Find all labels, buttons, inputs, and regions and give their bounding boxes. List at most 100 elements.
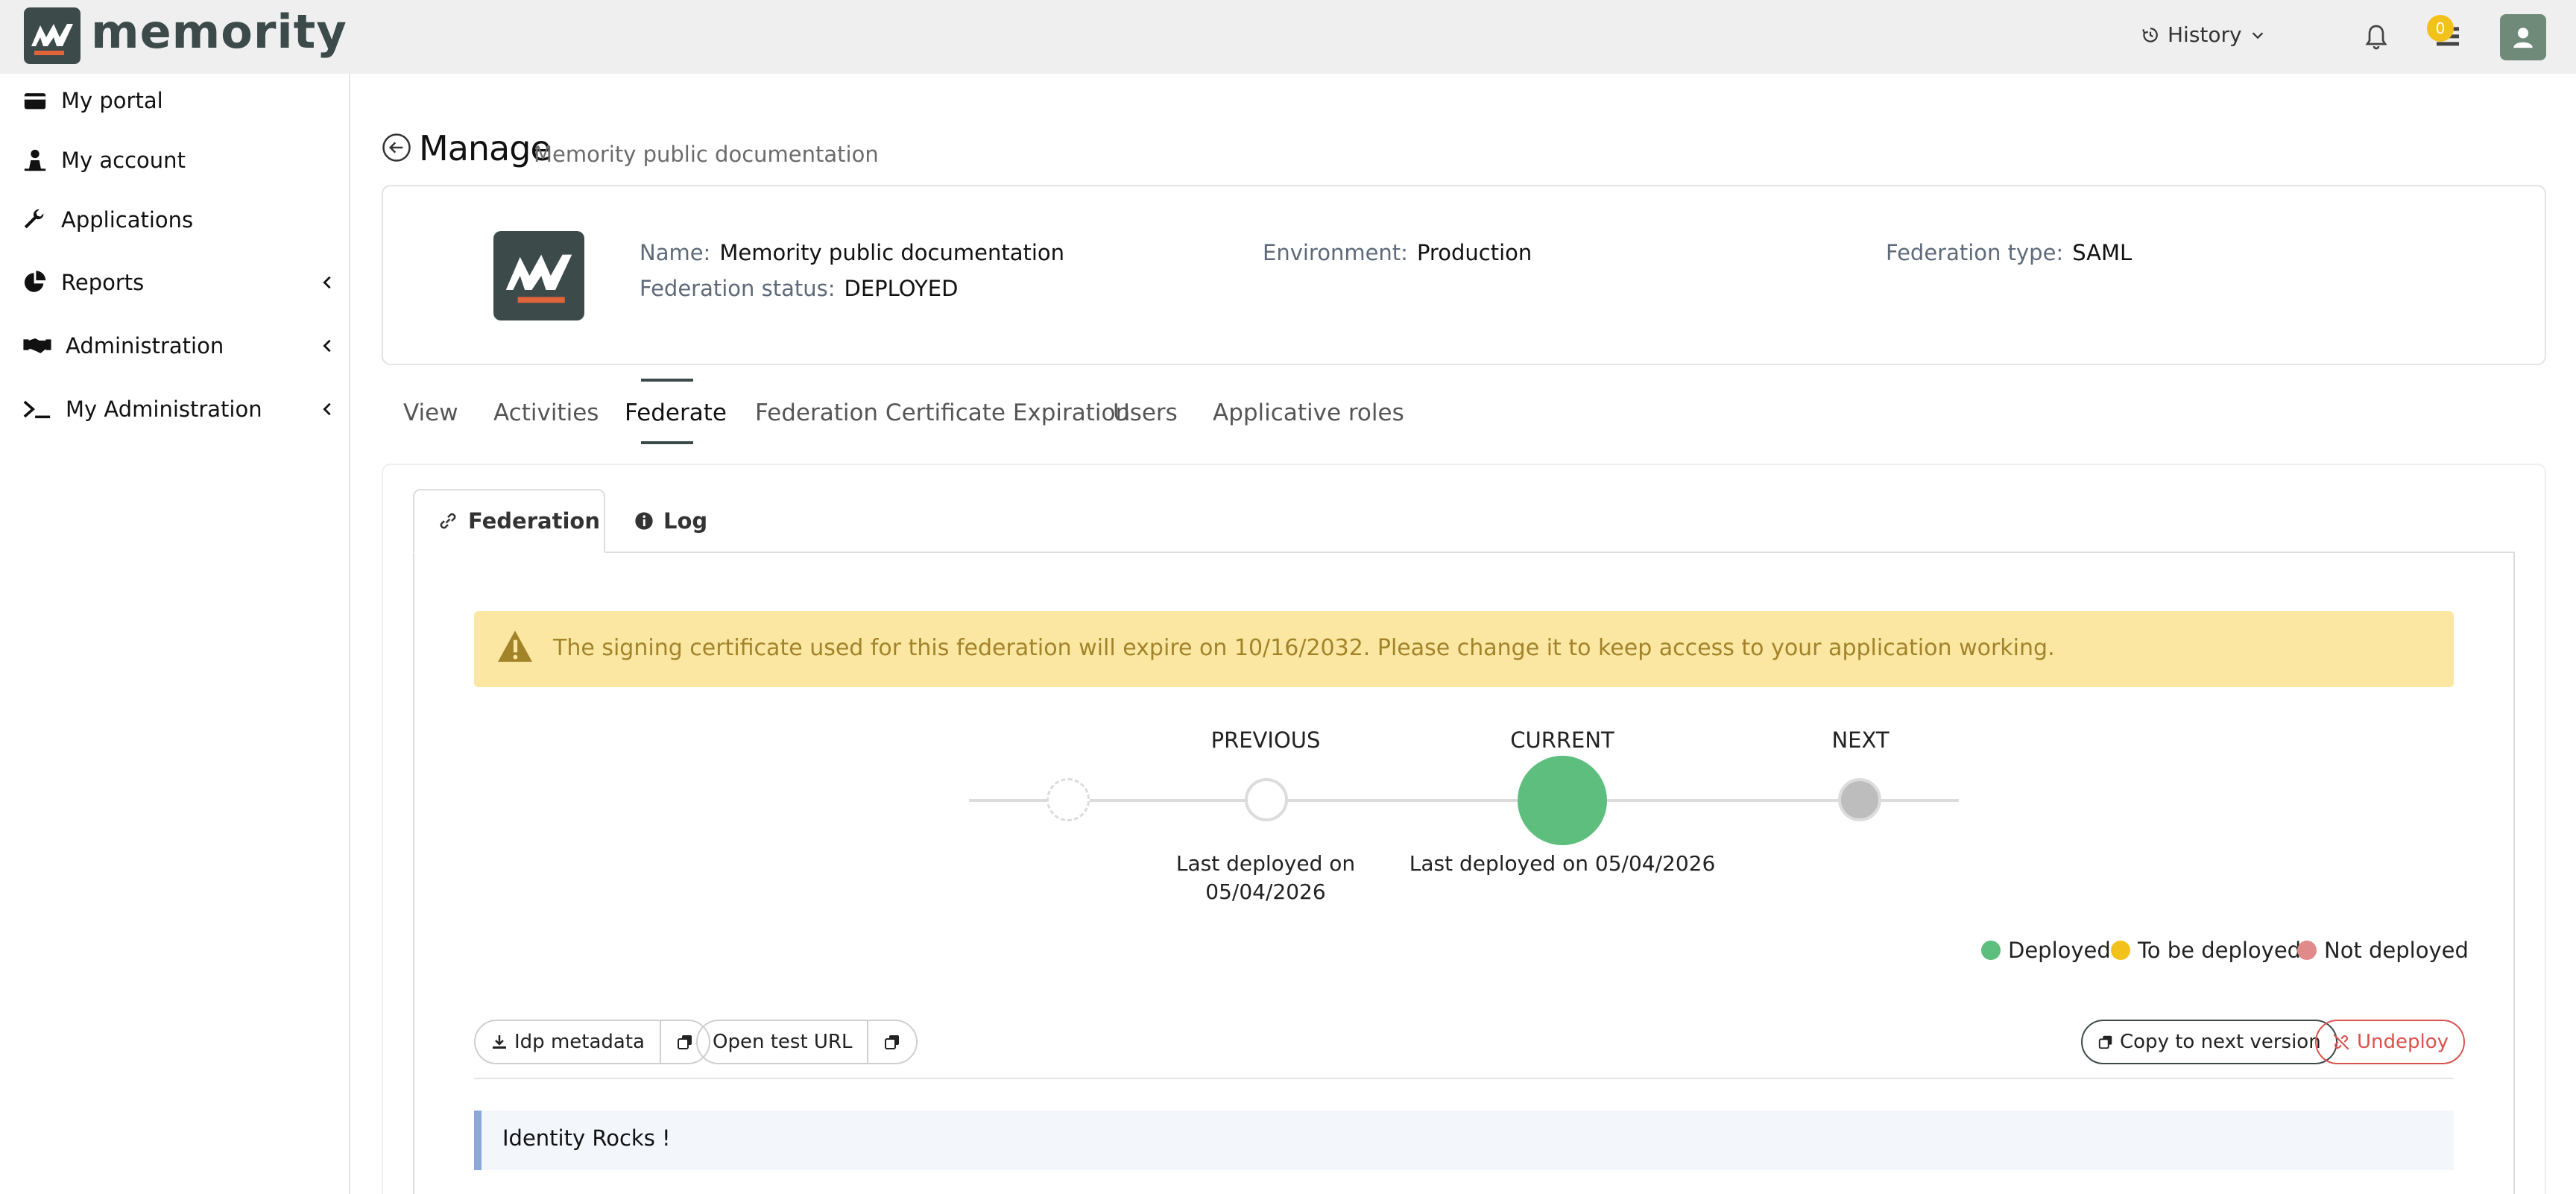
tab-view[interactable]: View [403,399,458,426]
legend-not-deployed-label: Not deployed [2324,938,2469,963]
history-icon [2142,27,2158,42]
wrench-icon [24,209,44,229]
copy-to-next-version-button[interactable]: Copy to next version [2081,1020,2337,1064]
legend-to-be-deployed-label: To be deployed [2138,938,2302,963]
tab-federate[interactable]: Federate [625,399,727,426]
sidebar-item-label: My Administration [66,397,262,422]
environment-value: Production [1416,240,1532,265]
page-subtitle: Memority public documentation [534,142,879,167]
environment-label: Environment: [1263,240,1408,265]
previous-label: PREVIOUS [1210,727,1321,753]
note-block: Identity Rocks ! [474,1111,2454,1170]
sidebar-item-label: Administration [66,333,224,358]
page-title: Manage [419,128,552,168]
alert-text: The signing certificate used for this fe… [553,635,2055,661]
tab-federation-certificate-expiration[interactable]: Federation Certificate Expiration [755,399,1130,426]
undeploy-label: Undeploy [2357,1031,2449,1053]
federation-type-field: Federation type: SAML [1886,240,2132,265]
user-avatar-icon[interactable] [2500,14,2546,60]
download-icon [493,1035,506,1049]
previous-caption-line1: Last deployed on [1175,851,1356,876]
warning-triangle-icon [498,631,532,662]
name-value: Memority public documentation [719,240,1065,265]
history-label: History [2168,22,2242,47]
chevron-left-icon [323,276,331,289]
subtab-federation[interactable]: Federation [413,489,605,553]
sidebar-item-reports[interactable]: Reports [22,270,335,295]
older-version-node [1046,778,1090,821]
to-be-deployed-dot-icon [2111,941,2130,960]
environment-field: Environment: Production [1263,240,1532,265]
open-test-url-copy-button[interactable] [867,1021,916,1063]
pie-chart-icon [24,271,46,292]
sidebar-item-my-portal[interactable]: My portal [22,88,335,113]
history-dropdown[interactable]: History [2141,22,2266,47]
sidebar-item-label: My account [61,148,186,173]
sidebar-item-label: My portal [61,88,163,113]
terminal-icon [23,400,51,419]
next-label: NEXT [1831,727,1890,753]
tasks-count-badge: 0 [2427,15,2454,42]
name-label: Name: [640,240,711,265]
logo-wordmark[interactable]: memority [91,4,347,59]
application-logo-icon [493,231,584,320]
handshake-icon [23,338,51,353]
federation-status-value: DEPLOYED [844,276,959,301]
notifications-bell-icon[interactable] [2363,22,2390,55]
copy-to-next-version-label: Copy to next version [2120,1031,2321,1053]
current-label: CURRENT [1510,727,1614,753]
back-arrow-icon[interactable] [382,133,411,165]
current-caption: Last deployed on 05/04/2026 [1409,851,1716,876]
current-version-node[interactable] [1518,756,1607,845]
federation-type-value: SAML [2072,240,2133,265]
chevron-down-icon [2252,31,2263,39]
user-icon [24,149,46,171]
tab-applicative-roles[interactable]: Applicative roles [1213,399,1404,426]
federation-type-label: Federation type: [1886,240,2064,265]
tab-activities[interactable]: Activities [493,399,599,426]
open-test-url-button[interactable]: Open test URL [698,1021,867,1063]
sidebar-item-label: Reports [61,270,145,295]
sidebar-item-my-account[interactable]: My account [22,148,335,173]
subtab-log-label: Log [663,508,708,534]
federation-status-label: Federation status: [640,276,836,301]
unlink-icon [2333,1034,2349,1050]
legend-not-deployed: Not deployed [2297,938,2469,963]
open-test-url-label: Open test URL [713,1031,853,1053]
previous-version-node[interactable] [1245,778,1288,821]
tab-federate-top-indicator [641,379,693,382]
legend-to-be-deployed: To be deployed [2111,938,2301,963]
sidebar-item-my-administration[interactable]: My Administration [22,397,335,422]
sidebar-item-applications[interactable]: Applications [22,207,335,233]
idp-metadata-group: Idp metadata [474,1020,710,1064]
copy-icon [677,1035,692,1049]
note-text: Identity Rocks ! [502,1125,671,1151]
copy-icon [885,1035,900,1049]
not-deployed-dot-icon [2297,941,2317,960]
sidebar [0,74,350,1194]
previous-caption-line2: 05/04/2026 [1205,879,1326,904]
certificate-expiration-alert: The signing certificate used for this fe… [474,611,2454,687]
subtab-federation-label: Federation [468,508,600,534]
actions-divider [474,1078,2454,1079]
idp-metadata-download-button[interactable]: Idp metadata [476,1021,660,1063]
previous-caption: Last deployed on 05/04/2026 [1161,850,1370,906]
link-icon [440,513,456,529]
chevron-left-icon [323,402,331,416]
undeploy-button[interactable]: Undeploy [2315,1020,2466,1064]
deployed-dot-icon [1981,941,2001,960]
sidebar-item-administration[interactable]: Administration [22,333,335,358]
tab-users[interactable]: Users [1113,399,1178,426]
wallet-icon [24,93,46,110]
federation-status-field: Federation status: DEPLOYED [640,276,958,301]
chevron-left-icon [323,339,331,353]
idp-metadata-label: Idp metadata [514,1031,645,1053]
legend-deployed: Deployed [1981,938,2111,963]
open-test-url-group: Open test URL [696,1020,918,1064]
info-circle-icon [635,512,653,530]
subtab-log[interactable]: Log [634,489,707,553]
tab-federate-bottom-indicator [641,441,693,444]
version-timeline-line [969,799,1959,802]
next-version-node[interactable] [1838,778,1881,821]
logo-icon[interactable] [24,7,80,64]
